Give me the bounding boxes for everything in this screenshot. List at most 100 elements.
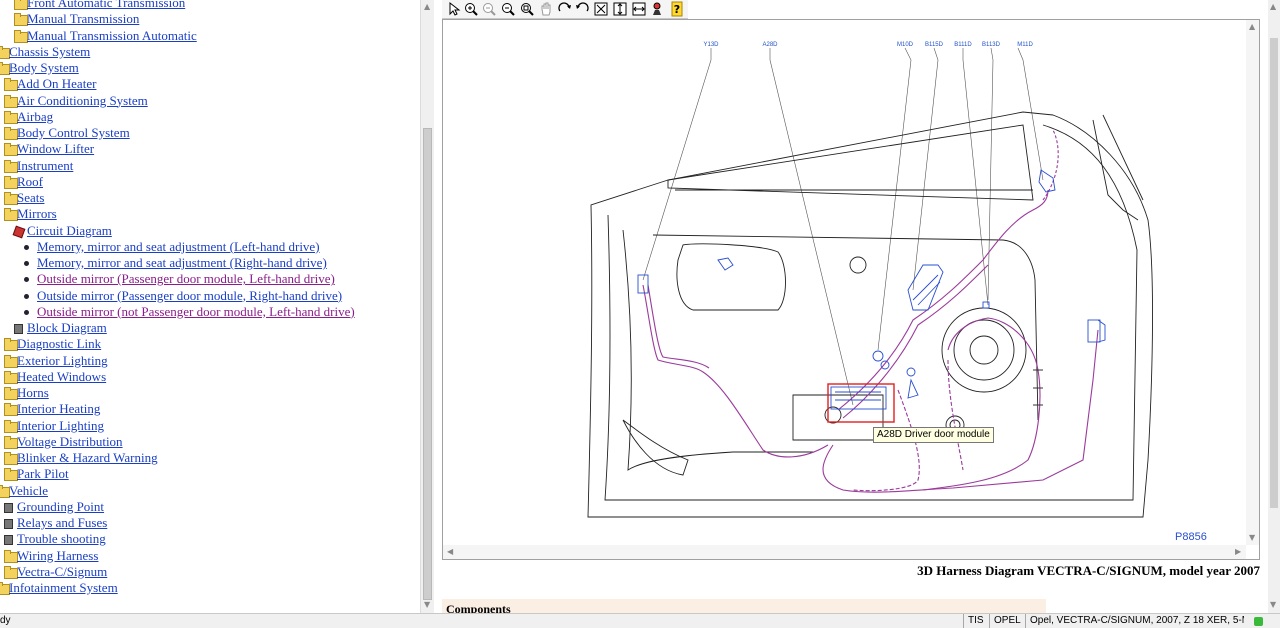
tree-item-label[interactable]: Window Lifter (17, 141, 94, 157)
properties-icon[interactable] (649, 1, 665, 17)
tree-item-label[interactable]: Horns (17, 385, 49, 401)
component-tooltip: A28D Driver door module (873, 427, 994, 443)
tree-item-label[interactable]: Interior Lighting (17, 418, 104, 434)
diagram-scroll-left-icon[interactable]: ◀ (447, 547, 453, 556)
status-app: TIS (963, 614, 988, 628)
connector-label[interactable]: M11D (1017, 42, 1033, 48)
tree-item-label[interactable]: Heated Windows (17, 369, 106, 385)
scroll-up-arrow-icon[interactable]: ▲ (424, 2, 430, 11)
scroll-down-arrow-icon[interactable]: ▼ (424, 600, 430, 609)
tree-item-label[interactable]: Manual Transmission Automatic (27, 28, 197, 44)
diagram-viewer[interactable]: Y13D A28D M10D B115D B111D B113D M11D P8… (442, 19, 1260, 560)
fit-width-icon[interactable] (631, 1, 647, 17)
navigation-tree: Front Automatic Transmission Manual Trans… (0, 0, 419, 613)
folder-icon (4, 565, 18, 579)
rotate-left-icon[interactable] (574, 1, 590, 17)
diagram-title: 3D Harness Diagram VECTRA-C/SIGNUM, mode… (917, 563, 1260, 578)
tree-item-label[interactable]: Interior Heating (17, 401, 100, 417)
tree-item-label[interactable]: Manual Transmission (27, 11, 139, 27)
tree-item-label[interactable]: Airbag (17, 109, 53, 125)
folder-icon (4, 338, 18, 352)
rotate-right-icon[interactable] (557, 1, 573, 17)
folder-icon (4, 94, 18, 108)
tree-item-label[interactable]: Add On Heater (17, 76, 96, 92)
tree-item-label[interactable]: Infotainment System (9, 580, 118, 596)
diagram-vertical-scrollbar[interactable]: ▲ ▼ (1246, 20, 1259, 545)
folder-icon (4, 387, 18, 400)
document-icon (4, 519, 13, 529)
tree-item-label[interactable]: Instrument (17, 158, 73, 174)
tree-item-label[interactable]: Chassis System (9, 44, 90, 60)
tree-item-label[interactable]: Front Automatic Transmission (27, 0, 185, 11)
status-brand: OPEL (989, 614, 1025, 628)
tree-item-label[interactable]: Seats (17, 190, 44, 206)
tree-item-label[interactable]: Air Conditioning System (17, 93, 148, 109)
fit-height-icon[interactable] (612, 1, 628, 17)
connector-label[interactable]: Y13D (703, 42, 719, 48)
diagram-horizontal-scrollbar[interactable]: ◀ ▶ (443, 545, 1246, 559)
status-bar: dy TIS OPEL Opel, VECTRA-C/SIGNUM, 2007,… (0, 613, 1280, 628)
tree-scrollbar[interactable]: ▲ ▼ (420, 0, 434, 613)
connection-status-icon (1254, 617, 1263, 626)
tree-item-label[interactable]: Mirrors (17, 206, 57, 222)
zoom-area-icon[interactable] (519, 1, 535, 17)
tree-item-label[interactable]: Wiring Harness (17, 548, 98, 564)
circuit-diagram-icon (12, 225, 26, 238)
zoom-out-icon[interactable] (481, 1, 497, 17)
components-header: Components (442, 599, 1046, 613)
tree-item-label[interactable]: Body Control System (17, 125, 130, 141)
tree-item-label[interactable]: Exterior Lighting (17, 353, 108, 369)
document-icon (14, 324, 23, 334)
help-icon[interactable]: ? (669, 1, 685, 17)
diagram-scroll-up-icon[interactable]: ▲ (1249, 22, 1255, 31)
tree-item-label[interactable]: Voltage Distribution (17, 434, 123, 450)
connector-label[interactable]: M10D (897, 42, 914, 48)
folder-open-icon (4, 208, 18, 222)
select-arrow-icon[interactable] (446, 1, 462, 17)
tree-item-label[interactable]: Vehicle (9, 483, 48, 499)
content-scroll-down-icon[interactable]: ▼ (1270, 600, 1276, 609)
folder-icon (4, 435, 18, 449)
tree-item-label[interactable]: Block Diagram (27, 320, 107, 336)
tree-item-label[interactable]: Memory, mirror and seat adjustment (Left… (37, 239, 320, 255)
content-scrollbar-thumb[interactable] (1270, 38, 1278, 508)
tree-item-label[interactable]: Trouble shooting (17, 531, 106, 547)
tree-item-label[interactable]: Vectra-C/Signum (17, 564, 107, 580)
tree-item-label[interactable]: Circuit Diagram (27, 223, 112, 239)
connector-labels: Y13D A28D M10D B115D B111D B113D M11D (703, 42, 1033, 48)
folder-icon (4, 110, 18, 124)
connector-label[interactable]: B115D (925, 42, 944, 48)
folder-icon (4, 549, 18, 563)
bullet-icon (24, 261, 29, 266)
tree-item-label[interactable]: Relays and Fuses (17, 515, 107, 531)
diagram-scroll-down-icon[interactable]: ▼ (1249, 533, 1255, 542)
connector-label[interactable]: B111D (954, 42, 972, 48)
tree-item-label[interactable]: Outside mirror (Passenger door module, L… (37, 271, 335, 287)
folder-icon (4, 468, 18, 482)
tree-item-label[interactable]: Park Pilot (17, 466, 69, 482)
folder-icon (4, 354, 18, 368)
tree-item-label[interactable]: Diagnostic Link (17, 336, 101, 352)
tree-scrollbar-thumb[interactable] (423, 128, 432, 600)
content-scroll-up-icon[interactable]: ▲ (1270, 2, 1276, 11)
zoom-in-icon[interactable] (463, 1, 479, 17)
fit-window-icon[interactable] (593, 1, 609, 17)
tree-item-label[interactable]: Outside mirror (Passenger door module, R… (37, 288, 342, 304)
folder-icon (4, 419, 18, 433)
tree-item-label[interactable]: Blinker & Hazard Warning (17, 450, 158, 466)
tree-item-label[interactable]: Memory, mirror and seat adjustment (Righ… (37, 255, 327, 271)
content-scrollbar[interactable]: ▲ ▼ (1268, 0, 1280, 613)
tree-item-label[interactable]: Roof (17, 174, 43, 190)
connector-label[interactable]: B113D (982, 42, 1001, 48)
tree-item-label[interactable]: Body System (9, 60, 79, 76)
tree-item-label[interactable]: Outside mirror (not Passenger door modul… (37, 304, 355, 320)
bullet-icon (24, 309, 29, 315)
pan-hand-icon[interactable] (538, 1, 554, 17)
tree-item-label[interactable]: Grounding Point (17, 499, 104, 515)
plate-id: P8856 (1175, 531, 1207, 543)
connector-label[interactable]: A28D (762, 42, 778, 48)
zoom-icon[interactable] (500, 1, 516, 17)
leader-lines (642, 47, 1044, 406)
diagram-scroll-right-icon[interactable]: ▶ (1235, 547, 1241, 556)
door-outline (587, 111, 1153, 518)
